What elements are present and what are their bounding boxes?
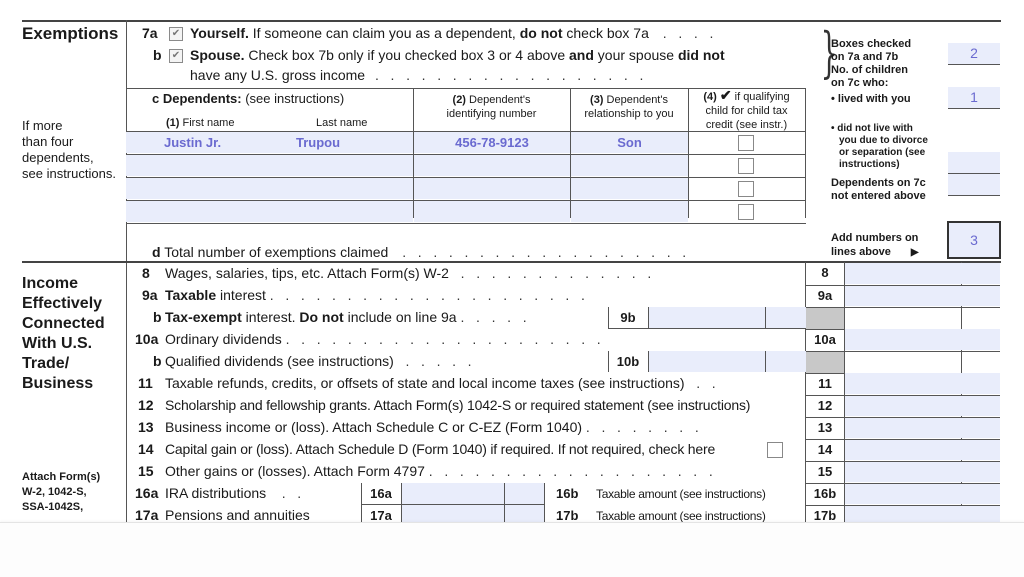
- page-bottom-overlay: [0, 522, 1024, 577]
- line-13-amount[interactable]: [845, 418, 1000, 438]
- dependent-row: [126, 177, 806, 200]
- shaded-cell: [806, 351, 844, 374]
- line-box-label: 12: [817, 398, 833, 413]
- dependent-first-name[interactable]: Justin Jr.: [126, 132, 296, 153]
- dependent-row: [126, 200, 806, 224]
- line-10b-amount[interactable]: [648, 351, 806, 372]
- line-10b-label: 10b: [616, 354, 640, 369]
- line-box-label: 15: [817, 464, 833, 479]
- dependent-id-number[interactable]: 456-78-9123: [414, 132, 570, 153]
- income-line-9b: b Tax-exempt interest. Do not include on…: [0, 307, 1024, 330]
- dependents-side-note: If more than four dependents, see instru…: [22, 118, 116, 181]
- dependents-rows: Justin Jr. Trupou 456-78-9123 Son: [126, 131, 806, 224]
- checkmark-icon: ✔: [719, 87, 732, 103]
- qualifying-child-checkbox[interactable]: [738, 181, 754, 197]
- line-10a-amount[interactable]: [845, 329, 1000, 350]
- dependent-relationship-field[interactable]: [571, 201, 688, 222]
- boxes-checked-label: Boxes checked on 7a and 7b No. of childr…: [831, 38, 912, 105]
- line-7d: d Total number of exemptions claimed . .…: [152, 244, 687, 260]
- line-7b-number: b: [153, 47, 162, 63]
- spouse-checkbox[interactable]: ✔: [169, 49, 183, 63]
- col-header-last-name: Last name: [316, 117, 368, 129]
- line-16a-amount[interactable]: [401, 483, 544, 504]
- line-7a: 7a: [142, 25, 158, 41]
- line-17a-label: 17a: [370, 508, 392, 522]
- total-exemptions-value[interactable]: 3: [947, 221, 1001, 259]
- dependent-relationship[interactable]: Son: [571, 132, 688, 153]
- not-entered-value[interactable]: [948, 174, 1000, 196]
- dependent-last-name[interactable]: Trupou: [296, 132, 413, 153]
- line-17b-amount[interactable]: [845, 506, 1000, 522]
- line-16b-amount[interactable]: [845, 484, 1000, 504]
- dependent-name-field[interactable]: [126, 201, 413, 222]
- shaded-cell: [806, 307, 844, 330]
- not-entered-label: Dependents on 7c not entered above: [831, 177, 926, 202]
- yourself-checkbox[interactable]: ✔: [169, 27, 183, 41]
- dependent-id-field[interactable]: [414, 201, 570, 222]
- income-line-13: 13 Business income or (loss). Attach Sch…: [0, 417, 1024, 439]
- income-line-11: 11 Taxable refunds, credits, or offsets …: [0, 373, 1024, 395]
- col-header-first-name: (1) First name: [166, 117, 235, 129]
- qualifying-child-checkbox[interactable]: [738, 135, 754, 151]
- line-7a-text: Yourself. If someone can claim you as a …: [190, 25, 714, 41]
- line-box-label: 13: [817, 420, 833, 435]
- line-15-amount[interactable]: [845, 462, 1000, 482]
- line-box-label: 11: [818, 376, 832, 391]
- line-box-label: 16b: [813, 486, 837, 501]
- income-line-12: 12 Scholarship and fellowship grants. At…: [0, 395, 1024, 417]
- line-17a-amount[interactable]: [401, 505, 544, 522]
- col-header-identifying-number: (2) Dependent's identifying number: [446, 94, 537, 120]
- line-box-label: 10a: [814, 332, 836, 347]
- exemptions-heading: Exemptions: [22, 24, 119, 43]
- dependent-name-field[interactable]: [126, 155, 413, 176]
- add-numbers-label: Add numbers on lines above ▶: [831, 232, 919, 258]
- line-14-amount[interactable]: [845, 440, 1000, 460]
- lived-with-you-value[interactable]: 1: [948, 87, 1000, 109]
- income-line-15: 15 Other gains or (losses). Attach Form …: [0, 461, 1024, 483]
- dependent-relationship-field[interactable]: [571, 178, 688, 199]
- col-header-qualifying-child: (4) ✔ if qualifying child for child tax …: [703, 87, 790, 131]
- line-16a-label: 16a: [370, 486, 392, 501]
- dependent-id-field[interactable]: [414, 178, 570, 199]
- line-9a-amount[interactable]: [845, 286, 1000, 306]
- dependents-label: c Dependents: (see instructions): [152, 91, 345, 106]
- dependent-row: [126, 154, 806, 177]
- top-rule: [22, 20, 1001, 22]
- line-9b-label: 9b: [620, 310, 636, 325]
- qualifying-child-checkbox[interactable]: [738, 204, 754, 220]
- dependent-relationship-field[interactable]: [571, 155, 688, 176]
- qualifying-child-checkbox[interactable]: [738, 158, 754, 174]
- income-line-10a: 10a Ordinary dividends . . . . . . . . .…: [0, 329, 1024, 351]
- line-11-amount[interactable]: [845, 373, 1000, 394]
- did-not-live-label: • did not live with you due to divorce o…: [831, 123, 928, 170]
- line-7a-number: 7a: [142, 25, 158, 41]
- dependent-row: Justin Jr. Trupou 456-78-9123 Son: [126, 131, 806, 154]
- dependent-id-field[interactable]: [414, 155, 570, 176]
- dependent-name-field[interactable]: [126, 178, 413, 199]
- capital-gain-not-required-checkbox[interactable]: [767, 442, 783, 458]
- did-not-live-value[interactable]: [948, 152, 1000, 174]
- income-line-16: 16a IRA distributions . . 16a 16b Taxabl…: [0, 483, 1024, 505]
- line-box-label: 14: [817, 442, 833, 457]
- income-line-8: 8 Wages, salaries, tips, etc. Attach For…: [0, 263, 1024, 285]
- income-line-10b: b Qualified dividends (see instructions)…: [0, 351, 1024, 374]
- line-7b-text-cont: have any U.S. gross income . . . . . . .…: [190, 67, 644, 83]
- line-box-label: 9a: [817, 288, 833, 303]
- line-12-amount[interactable]: [845, 396, 1000, 416]
- line-8-amount[interactable]: [845, 263, 1000, 284]
- income-line-9a: 9a Taxable interest . . . . . . . . . . …: [0, 285, 1024, 307]
- income-line-14: 14 Capital gain or (loss). Attach Schedu…: [0, 439, 1024, 461]
- line-9b-amount[interactable]: [648, 307, 806, 328]
- arrow-right-icon: ▶: [910, 247, 919, 258]
- col-header-relationship: (3) Dependent's relationship to you: [584, 94, 674, 120]
- boxes-checked-value[interactable]: 2: [948, 43, 1000, 65]
- line-7b-text: Spouse. Check box 7b only if you checked…: [190, 47, 725, 63]
- line-box-label: 17b: [813, 508, 837, 522]
- income-line-17: 17a Pensions and annuities 17a 17b Taxab…: [0, 505, 1024, 522]
- line-box-label: 8: [821, 265, 829, 280]
